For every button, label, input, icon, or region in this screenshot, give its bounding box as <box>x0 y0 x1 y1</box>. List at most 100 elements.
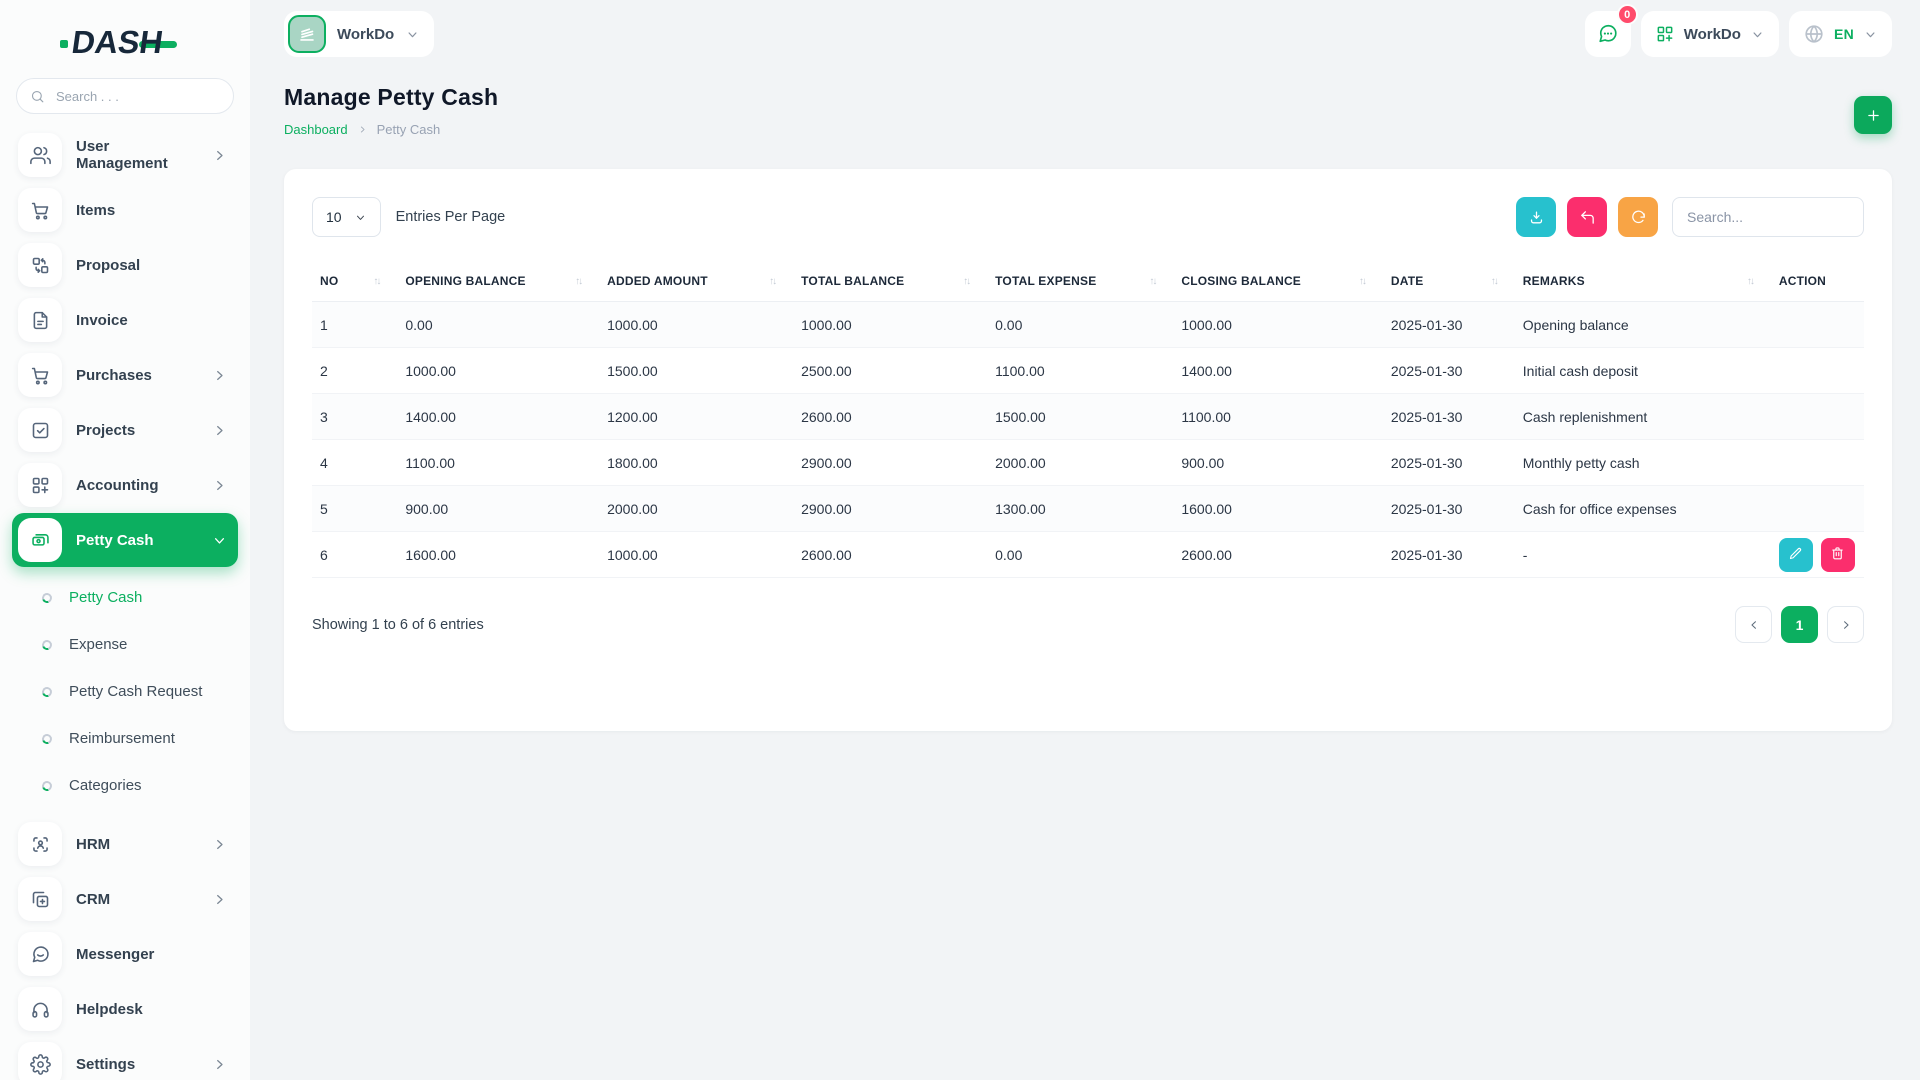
cell-no: 2 <box>312 347 398 394</box>
dash-logo: DASH <box>60 20 250 64</box>
delete-row-button[interactable] <box>1820 537 1855 572</box>
chevron-right-icon <box>1839 618 1853 632</box>
app-switcher-label: WorkDo <box>337 25 395 43</box>
column-header-total-expense[interactable]: TOTAL EXPENSE ↑↓ <box>987 261 1174 302</box>
messages-button[interactable]: 0 <box>1584 4 1638 57</box>
chevron-right-icon <box>211 477 228 494</box>
column-header-remarks[interactable]: REMARKS ↑↓ <box>1514 261 1771 302</box>
cell-opening-balance: 900.00 <box>397 485 600 532</box>
workspace-label: WorkDo <box>1683 25 1741 43</box>
column-header-no[interactable]: NO ↑↓ <box>312 261 398 302</box>
sidebar-item-petty-cash[interactable]: Petty Cash <box>12 513 238 567</box>
sidebar-item-purchases[interactable]: Purchases <box>12 348 238 402</box>
cell-added-amount: 1500.00 <box>599 347 794 394</box>
sidebar-subitem-reimbursement[interactable]: Reimbursement <box>12 715 238 762</box>
cell-opening-balance: 1000.00 <box>397 347 600 394</box>
sort-icon: ↑↓ <box>373 275 381 287</box>
table-row: 2 1000.00 1500.00 2500.00 1100.00 1400.00 2025… <box>312 347 1864 394</box>
table-search-input[interactable] <box>1672 197 1864 237</box>
cell-total-expense: 0.00 <box>987 531 1174 578</box>
sidebar-item-crm[interactable]: CRM <box>12 872 238 926</box>
cell-remarks: Opening balance <box>1514 301 1771 348</box>
cart-icon <box>18 188 62 232</box>
entries-per-page-select[interactable]: 10 <box>312 197 381 237</box>
cell-total-balance: 2600.00 <box>793 393 988 440</box>
submenu-bullet-icon <box>40 590 54 605</box>
refresh-button[interactable] <box>1618 197 1658 237</box>
sort-icon: ↑↓ <box>769 275 777 287</box>
file-icon <box>18 298 62 342</box>
sidebar-item-label: CRM <box>76 890 111 908</box>
cell-added-amount: 1200.00 <box>599 393 794 440</box>
submenu-bullet-icon <box>40 731 54 746</box>
cell-action <box>1770 485 1864 532</box>
sidebar-item-label: Proposal <box>76 256 141 274</box>
cell-total-balance: 2900.00 <box>793 439 988 486</box>
message-icon <box>18 932 62 976</box>
cart-icon <box>18 353 62 397</box>
sidebar-item-items[interactable]: Items <box>12 183 238 237</box>
sidebar-item-label: HRM <box>76 835 111 853</box>
workspace-selector[interactable]: WorkDo <box>1640 11 1779 57</box>
cell-closing-balance: 1000.00 <box>1173 301 1383 348</box>
cell-no: 1 <box>312 301 398 348</box>
sidebar-item-invoice[interactable]: Invoice <box>12 293 238 347</box>
sort-icon: ↑↓ <box>1490 275 1499 287</box>
cell-remarks: Monthly petty cash <box>1514 439 1771 486</box>
column-header-date[interactable]: DATE ↑↓ <box>1382 261 1515 302</box>
sidebar-item-projects[interactable]: Projects <box>12 403 238 457</box>
table-row: 6 1600.00 1000.00 2600.00 0.00 2600.00 2025-01… <box>312 531 1864 578</box>
next-page-button[interactable] <box>1827 606 1864 643</box>
cell-date: 2025-01-30 <box>1382 393 1515 440</box>
sort-icon: ↑↓ <box>1149 275 1157 287</box>
grid-plus-icon <box>18 463 62 507</box>
gear-icon <box>18 1042 62 1080</box>
table-row: 3 1400.00 1200.00 2600.00 1500.00 1100.00 2025… <box>312 393 1864 440</box>
page-1-button[interactable]: 1 <box>1781 606 1818 643</box>
language-selector[interactable]: EN <box>1788 11 1892 57</box>
copy-plus-icon <box>18 877 62 921</box>
cell-no: 6 <box>312 531 398 578</box>
add-petty-cash-button[interactable] <box>1854 96 1892 134</box>
sidebar-search-input[interactable] <box>54 87 220 105</box>
cell-opening-balance: 0.00 <box>397 301 600 348</box>
column-header-opening-balance[interactable]: OPENING BALANCE ↑↓ <box>397 261 600 302</box>
previous-page-button[interactable] <box>1735 606 1772 643</box>
topbar: WorkDo 0 WorkDo EN <box>284 0 1892 60</box>
sidebar-subitem-petty-cash[interactable]: Petty Cash <box>12 574 238 621</box>
column-header-total-balance[interactable]: TOTAL BALANCE ↑↓ <box>793 261 988 302</box>
undo-button[interactable] <box>1567 197 1607 237</box>
column-header-closing-balance[interactable]: CLOSING BALANCE ↑↓ <box>1173 261 1383 302</box>
toolbar <box>1516 197 1864 237</box>
sidebar-item-settings[interactable]: Settings <box>12 1037 238 1080</box>
column-label: OPENING BALANCE <box>405 274 526 288</box>
sidebar-subitem-categories[interactable]: Categories <box>12 762 238 809</box>
breadcrumb: Dashboard Petty Cash <box>284 122 498 137</box>
cell-remarks: Cash for office expenses <box>1514 485 1771 532</box>
entries-per-page-label: Entries Per Page <box>395 209 506 225</box>
table-row: 5 900.00 2000.00 2900.00 1300.00 1600.00 2025-… <box>312 485 1864 532</box>
sidebar-item-proposal[interactable]: Proposal <box>12 238 238 292</box>
cell-total-balance: 2600.00 <box>793 531 988 578</box>
sidebar-search[interactable] <box>16 78 234 114</box>
sidebar-subitem-expense[interactable]: Expense <box>12 621 238 668</box>
export-button[interactable] <box>1516 197 1556 237</box>
sidebar-item-user-management[interactable]: User Management <box>12 128 238 182</box>
chevron-right-icon <box>211 836 228 853</box>
breadcrumb-dashboard-link[interactable]: Dashboard <box>284 122 348 137</box>
sidebar-item-accounting[interactable]: Accounting <box>12 458 238 512</box>
sidebar-item-hrm[interactable]: HRM <box>12 817 238 871</box>
sidebar-subitem-petty-cash-request[interactable]: Petty Cash Request <box>12 668 238 715</box>
sidebar-item-messenger[interactable]: Messenger <box>12 927 238 981</box>
app-switcher[interactable]: WorkDo <box>284 11 435 57</box>
sidebar-menu: User Management Items Proposal Invoice Purch… <box>0 128 250 1080</box>
sidebar-item-helpdesk[interactable]: Helpdesk <box>12 982 238 1036</box>
cell-added-amount: 1000.00 <box>599 301 794 348</box>
chevron-down-icon <box>405 27 420 42</box>
pencil-icon <box>1788 546 1803 564</box>
wallet-icon <box>18 518 62 562</box>
cell-closing-balance: 1400.00 <box>1173 347 1383 394</box>
column-header-added-amount[interactable]: ADDED AMOUNT ↑↓ <box>599 261 794 302</box>
edit-row-button[interactable] <box>1778 537 1813 572</box>
submenu-label: Petty Cash Request <box>69 683 203 700</box>
